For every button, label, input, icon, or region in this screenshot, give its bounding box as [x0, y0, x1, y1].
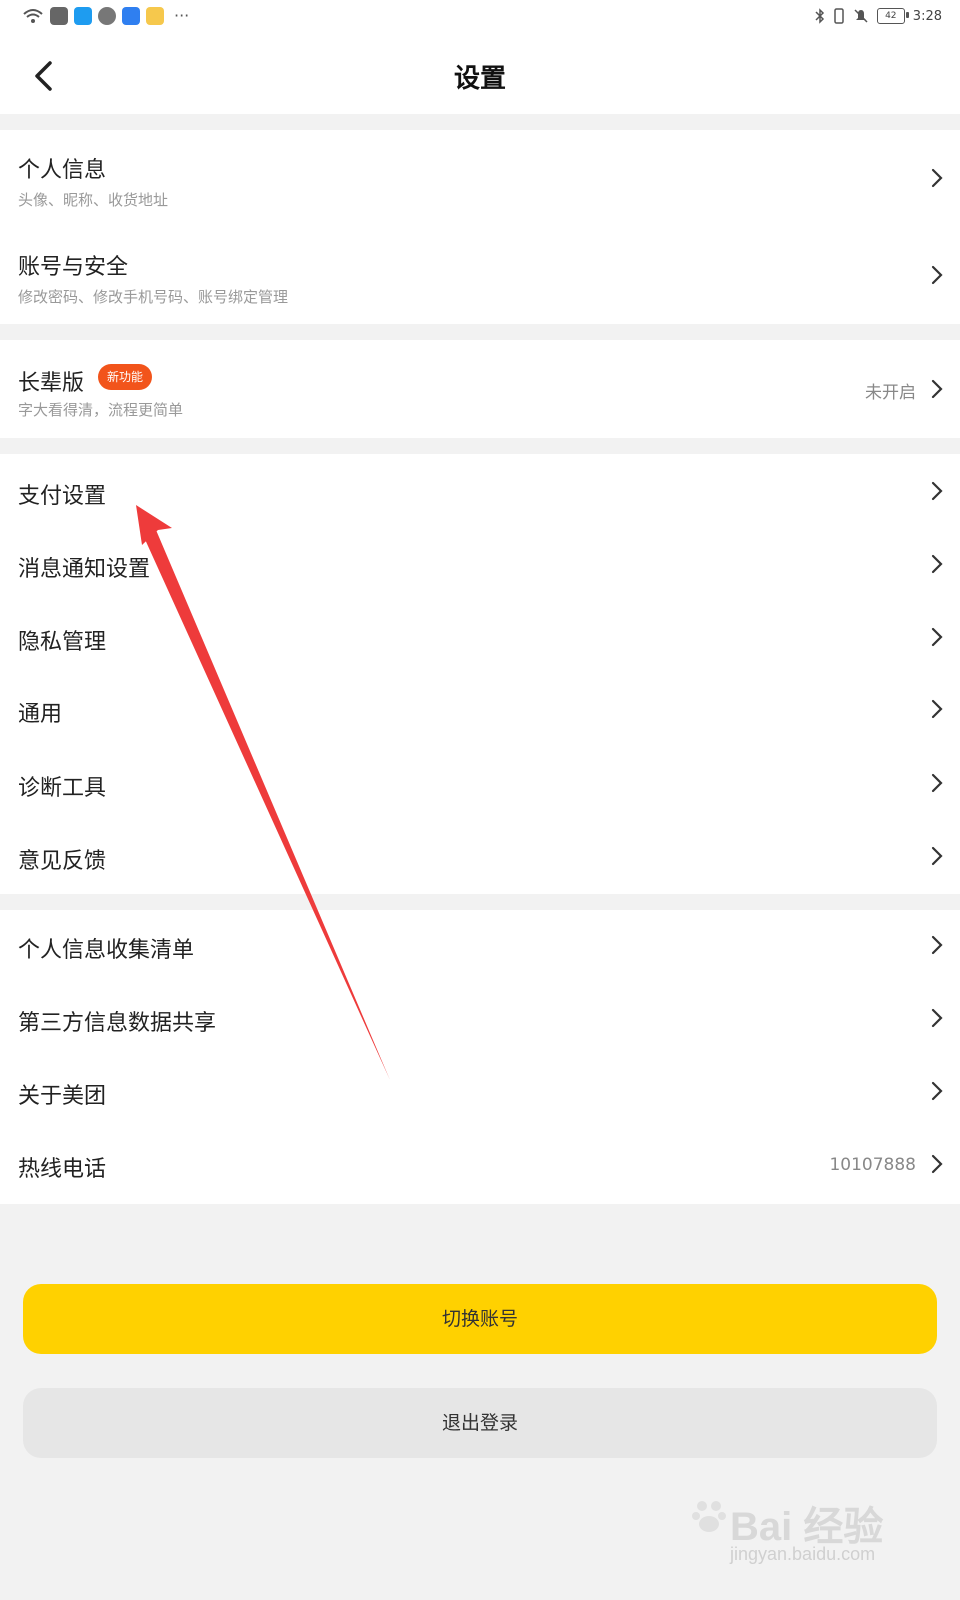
row-elder-mode[interactable]: 长辈版 新功能 字大看得清，流程更简单 未开启 — [0, 340, 960, 438]
chevron-right-icon — [931, 773, 943, 793]
paw-logo-icon — [692, 1501, 726, 1532]
mute-icon — [854, 9, 868, 23]
page-title: 设置 — [453, 64, 506, 94]
row-title: 通用 — [18, 702, 63, 727]
chevron-right-icon — [931, 554, 943, 574]
row-title: 支付设置 — [18, 484, 107, 509]
row-title: 意见反馈 — [18, 849, 107, 874]
group-profile: 个人信息 头像、昵称、收货地址 账号与安全 修改密码、修改手机号码、账号绑定管理 — [0, 130, 960, 324]
row-third-party-sharing[interactable]: 第三方信息数据共享 — [0, 984, 960, 1058]
row-general[interactable]: 通用 — [0, 676, 960, 750]
status-bar: ··· 42 3:28 — [0, 0, 960, 36]
row-title: 消息通知设置 — [18, 557, 151, 582]
row-title: 隐私管理 — [18, 630, 107, 655]
row-subtitle: 字大看得清，流程更简单 — [18, 401, 184, 419]
new-feature-badge: 新功能 — [98, 364, 153, 390]
row-value: 未开启 — [865, 383, 916, 403]
weibo-icon — [146, 7, 164, 25]
row-subtitle: 头像、昵称、收货地址 — [18, 191, 169, 209]
row-title: 关于美团 — [18, 1084, 107, 1109]
cloud-icon — [122, 7, 140, 25]
vibrate-icon — [834, 8, 844, 24]
search-app-icon — [74, 7, 92, 25]
wifi-icon — [23, 9, 43, 23]
switch-account-button[interactable]: 切换账号 — [23, 1284, 937, 1354]
row-hotline[interactable]: 热线电话 10107888 — [0, 1132, 960, 1204]
row-title: 热线电话 — [18, 1157, 107, 1182]
row-feedback[interactable]: 意见反馈 — [0, 824, 960, 894]
more-notifications-icon: ··· — [174, 6, 190, 25]
bluetooth-icon — [815, 8, 824, 24]
wechat-icon — [98, 7, 116, 25]
row-title: 诊断工具 — [18, 776, 107, 801]
logout-button[interactable]: 退出登录 — [23, 1388, 937, 1458]
battery-icon: 42 — [876, 8, 909, 24]
row-privacy-management[interactable]: 隐私管理 — [0, 602, 960, 676]
chevron-right-icon — [931, 1081, 943, 1101]
row-value: 10107888 — [829, 1155, 916, 1175]
app-icon — [50, 7, 68, 25]
row-diagnostic-tools[interactable]: 诊断工具 — [0, 750, 960, 824]
row-title: 个人信息收集清单 — [18, 938, 195, 963]
row-title: 第三方信息数据共享 — [18, 1011, 217, 1036]
row-title: 账号与安全 — [18, 255, 129, 280]
row-info-collection-list[interactable]: 个人信息收集清单 — [0, 910, 960, 984]
row-subtitle: 修改密码、修改手机号码、账号绑定管理 — [18, 288, 289, 306]
nav-bar: 设置 — [0, 36, 960, 114]
row-title: 长辈版 — [18, 371, 85, 396]
chevron-right-icon — [931, 379, 943, 399]
row-personal-info[interactable]: 个人信息 头像、昵称、收货地址 — [0, 130, 960, 226]
group-settings: 支付设置 消息通知设置 隐私管理 通用 诊断工具 意见反馈 — [0, 454, 960, 894]
status-time: 3:28 — [912, 8, 942, 24]
battery-level: 42 — [885, 11, 897, 21]
baidu-watermark: Bai 经验 jingyan.baidu.com — [690, 1482, 930, 1572]
row-notification-settings[interactable]: 消息通知设置 — [0, 528, 960, 602]
chevron-right-icon — [931, 846, 943, 866]
chevron-right-icon — [931, 168, 943, 188]
watermark-url: jingyan.baidu.com — [730, 1544, 876, 1564]
chevron-right-icon — [931, 481, 943, 501]
chevron-right-icon — [931, 1008, 943, 1028]
chevron-right-icon — [931, 627, 943, 647]
chevron-right-icon — [931, 935, 943, 955]
chevron-right-icon — [931, 1154, 943, 1174]
row-about-meituan[interactable]: 关于美团 — [0, 1058, 960, 1132]
row-payment-settings[interactable]: 支付设置 — [0, 454, 960, 528]
group-about: 个人信息收集清单 第三方信息数据共享 关于美团 热线电话 10107888 — [0, 910, 960, 1204]
row-title: 个人信息 — [18, 158, 107, 183]
group-elder-mode: 长辈版 新功能 字大看得清，流程更简单 未开启 — [0, 340, 960, 438]
row-account-security[interactable]: 账号与安全 修改密码、修改手机号码、账号绑定管理 — [0, 226, 960, 324]
chevron-right-icon — [931, 265, 943, 285]
chevron-right-icon — [931, 699, 943, 719]
